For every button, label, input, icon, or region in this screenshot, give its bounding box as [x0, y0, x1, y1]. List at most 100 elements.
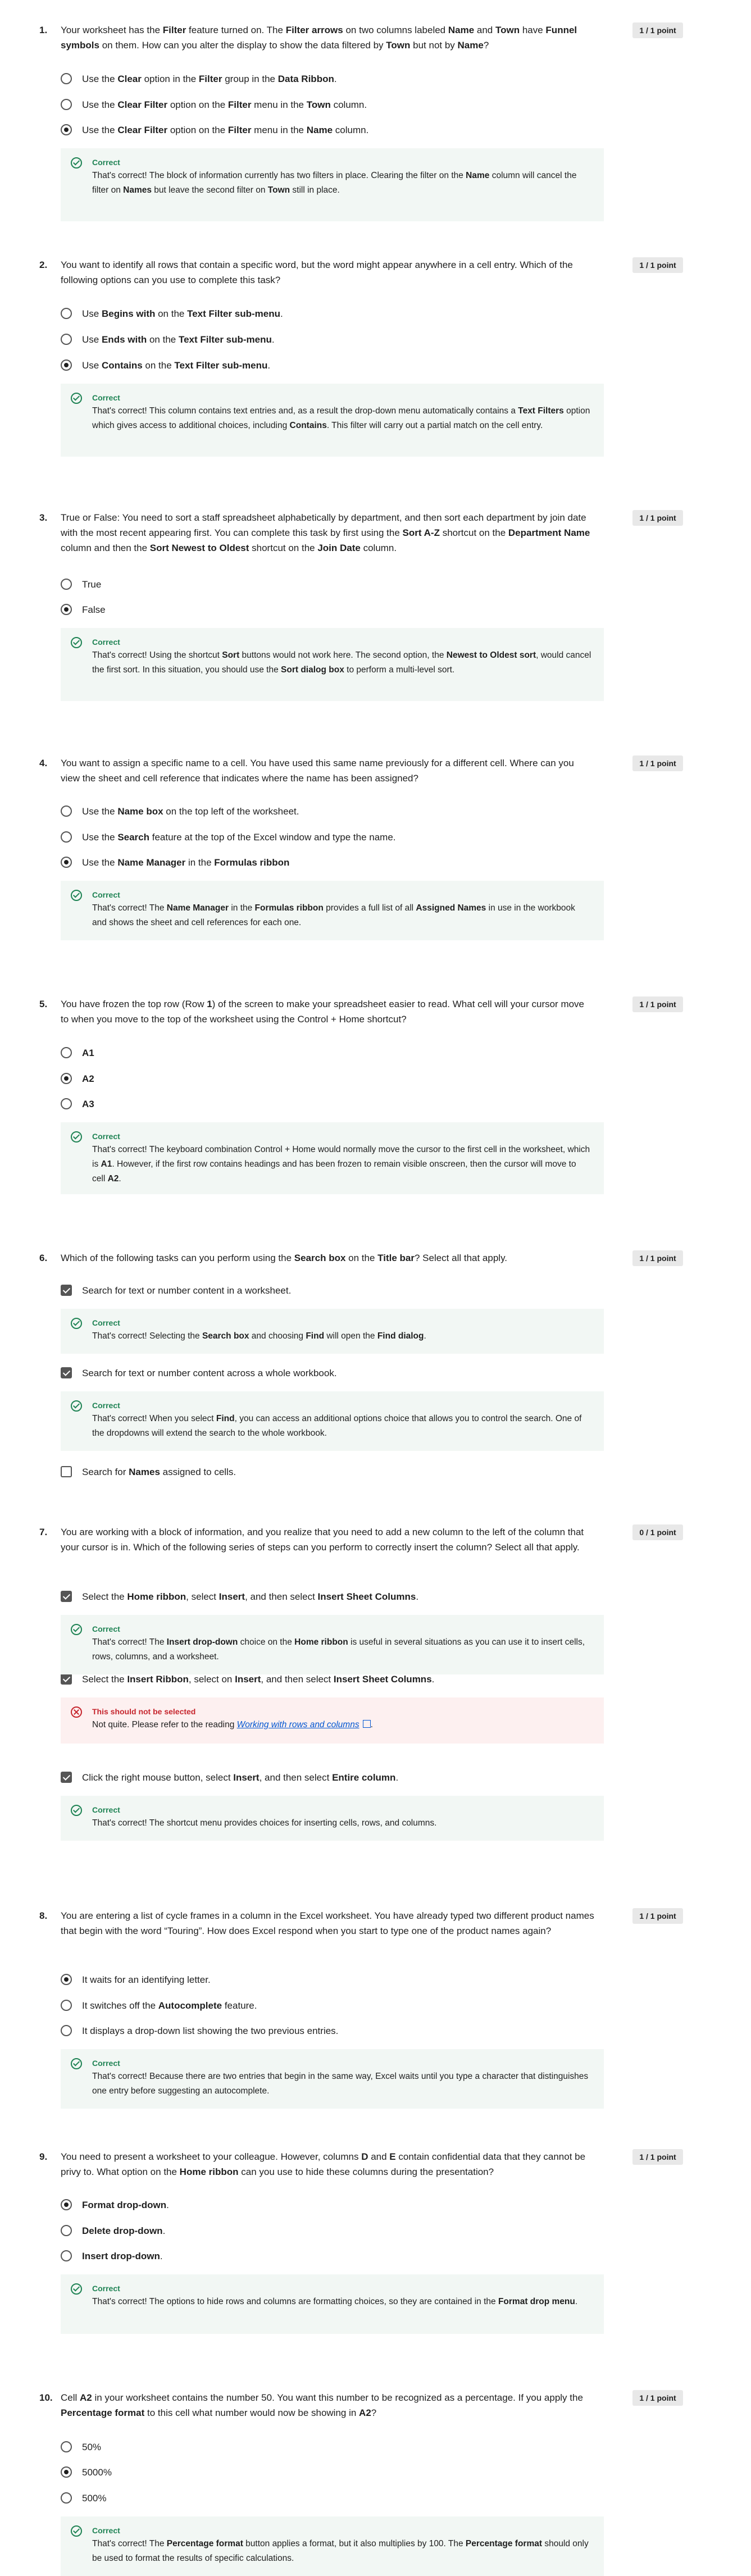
- bold-text: A1: [82, 1048, 94, 1058]
- radio-selected-icon[interactable]: [61, 857, 72, 868]
- text-run: , and then select: [259, 1772, 333, 1783]
- radio-empty-icon[interactable]: [61, 579, 72, 590]
- option-label: Use the Clear Filter option on the Filte…: [82, 98, 367, 112]
- radio-empty-icon[interactable]: [61, 1047, 72, 1058]
- text-run: That's correct! This column contains tex…: [92, 406, 518, 416]
- text-run: That's correct! The: [92, 2539, 167, 2548]
- bold-text: A2: [82, 1073, 94, 1084]
- text-run: in the: [229, 903, 255, 913]
- text-run: will open the: [324, 1331, 377, 1341]
- reading-link[interactable]: Working with rows and columns: [237, 1720, 359, 1730]
- check-circle-icon: [71, 1318, 82, 1329]
- bold-text: Data Ribbon: [277, 74, 334, 84]
- feedback-correct: Correct That's correct! The shortcut menu…: [61, 1796, 604, 1841]
- feedback-correct: Correct That's correct! Selecting the Sea…: [61, 1309, 604, 1354]
- text-run: False: [82, 604, 106, 615]
- points-badge: 0 / 1 point: [632, 1524, 683, 1540]
- bold-text: Search: [117, 832, 150, 843]
- bold-text: Percentage format: [166, 2539, 243, 2548]
- radio-selected-icon[interactable]: [61, 359, 72, 371]
- radio-selected-icon[interactable]: [61, 124, 72, 135]
- text-run: Use: [82, 334, 102, 345]
- radio-selected-icon[interactable]: [61, 1073, 72, 1084]
- question-number: 4.: [39, 758, 48, 768]
- bold-text: Filter: [162, 25, 186, 35]
- bold-text: Format drop-down: [82, 2200, 167, 2210]
- text-run: .: [160, 2251, 163, 2261]
- bold-text: Contains: [289, 421, 327, 430]
- feedback-text: Not quite. Please refer to the reading W…: [92, 1720, 373, 1730]
- points-badge: 1 / 1 point: [632, 1908, 683, 1924]
- radio-selected-icon[interactable]: [61, 2466, 72, 2478]
- radio-empty-icon[interactable]: [61, 805, 72, 817]
- text-run: That's correct! The: [92, 1637, 167, 1647]
- bold-text: Insert drop-down: [166, 1637, 238, 1647]
- checkbox-checked-icon[interactable]: [61, 1673, 72, 1685]
- text-run: provides a full list of all: [323, 903, 416, 913]
- bold-text: Join Date: [317, 543, 361, 553]
- radio-empty-icon[interactable]: [61, 831, 72, 843]
- option-label: Delete drop-down.: [82, 2224, 165, 2238]
- question-number: 5.: [39, 999, 48, 1009]
- bold-text: Text Filter sub-menu: [187, 308, 281, 319]
- bold-text: Town: [495, 25, 520, 35]
- text-run: ?: [371, 2407, 377, 2418]
- text-run: , select: [186, 1591, 219, 1602]
- option-label: Select the Home ribbon, select Insert, a…: [82, 1590, 418, 1604]
- text-run: .: [334, 74, 337, 84]
- feedback-text: That's correct! Because there are two en…: [92, 2072, 588, 2096]
- text-run: That's correct! Selecting the: [92, 1331, 202, 1341]
- bold-text: 1: [207, 999, 212, 1009]
- question-text: You want to identify all rows that conta…: [61, 257, 594, 288]
- radio-selected-icon[interactable]: [61, 2199, 72, 2210]
- option-label: Use the Clear Filter option on the Filte…: [82, 123, 368, 138]
- question-number: 2.: [39, 260, 48, 270]
- radio-selected-icon[interactable]: [61, 1974, 72, 1985]
- radio-empty-icon[interactable]: [61, 334, 72, 345]
- radio-selected-icon[interactable]: [61, 604, 72, 615]
- external-link-icon[interactable]: [362, 1720, 371, 1728]
- checkbox-checked-icon[interactable]: [61, 1285, 72, 1296]
- radio-empty-icon[interactable]: [61, 2025, 72, 2036]
- radio-empty-icon[interactable]: [61, 2225, 72, 2236]
- bold-text: Assigned Names: [416, 903, 486, 913]
- feedback-title: This should not be selected: [92, 1707, 196, 1716]
- radio-empty-icon[interactable]: [61, 308, 72, 319]
- feedback-title: Correct: [92, 2059, 120, 2068]
- text-run: and: [474, 25, 495, 35]
- radio-empty-icon[interactable]: [61, 2492, 72, 2504]
- bold-text: Newest to Oldest sort: [446, 650, 536, 660]
- bold-text: A2: [359, 2407, 371, 2418]
- text-run: have: [520, 25, 546, 35]
- radio-empty-icon[interactable]: [61, 99, 72, 110]
- checkbox-checked-icon[interactable]: [61, 1367, 72, 1378]
- option-label: Click the right mouse button, select Ins…: [82, 1771, 398, 1785]
- text-run: Use the: [82, 806, 118, 817]
- option-label: It waits for an identifying letter.: [82, 1973, 211, 1987]
- text-run: .: [166, 2200, 169, 2210]
- question-number: 3.: [39, 512, 48, 523]
- points-badge: 1 / 1 point: [632, 996, 683, 1012]
- option-label: False: [82, 603, 106, 617]
- text-run: on the: [147, 334, 179, 345]
- radio-empty-icon[interactable]: [61, 73, 72, 84]
- checkbox-checked-icon[interactable]: [61, 1591, 72, 1602]
- bold-text: Insert Sheet Columns: [333, 1674, 432, 1685]
- radio-empty-icon[interactable]: [61, 2250, 72, 2261]
- bold-text: Insert: [233, 1772, 260, 1783]
- question-text: You are entering a list of cycle frames …: [61, 1908, 594, 1938]
- radio-empty-icon[interactable]: [61, 2000, 72, 2011]
- text-run: on the: [345, 1253, 378, 1263]
- text-run: True: [82, 579, 102, 590]
- radio-empty-icon[interactable]: [61, 1098, 72, 1109]
- question-text: Your worksheet has the Filter feature tu…: [61, 22, 594, 53]
- feedback-title: Correct: [92, 1624, 120, 1633]
- checkbox-empty-icon[interactable]: [61, 1466, 72, 1477]
- text-run: option on the: [167, 99, 228, 110]
- checkbox-checked-icon[interactable]: [61, 1772, 72, 1783]
- text-run: to this cell what number would now be sh…: [144, 2407, 359, 2418]
- text-run: on the top left of the worksheet.: [163, 806, 299, 817]
- bold-text: Name: [448, 25, 475, 35]
- radio-empty-icon[interactable]: [61, 2441, 72, 2452]
- text-run: in your worksheet contains the number 50…: [92, 2392, 583, 2403]
